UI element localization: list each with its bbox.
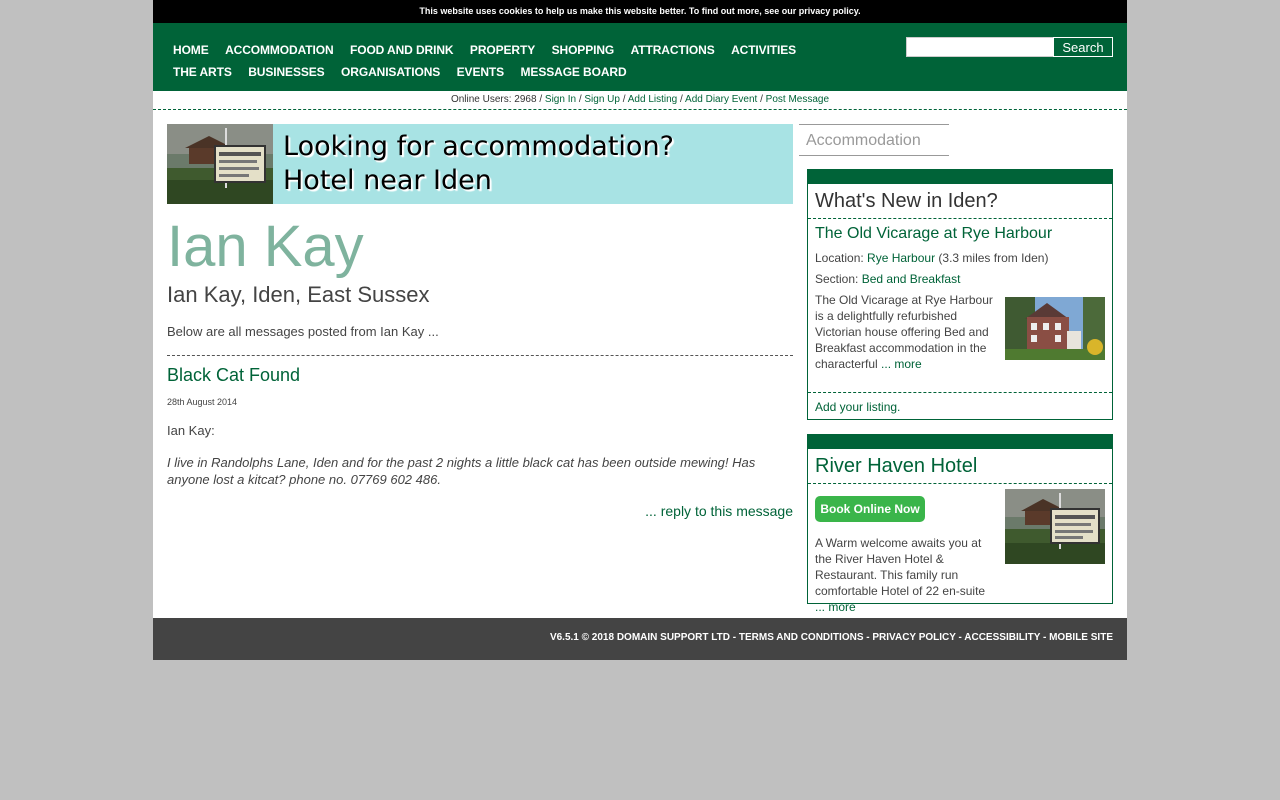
online-users-count: Online Users: 2968 [450,94,537,105]
nav-the-arts[interactable]: THE ARTS [173,65,232,79]
footer-terms-link[interactable]: TERMS AND CONDITIONS [739,632,864,643]
listing-title-link[interactable]: The Old Vicarage at Rye Harbour [815,225,1052,243]
featured-hotel-box: River Haven Hotel Book Online Now A Warm… [807,434,1113,614]
accommodation-banner[interactable]: Looking for accommodation? Hotel near Id… [167,124,793,204]
add-diary-event-link[interactable]: Add Diary Event [685,94,757,105]
listing-more-link[interactable]: ... more [878,357,922,371]
banner-text: Looking for accommodation? Hotel near Id… [283,130,674,198]
footer-mobile-site-link[interactable]: MOBILE SITE [1049,632,1113,643]
page-container: This website uses cookies to help us mak… [153,0,1127,660]
message-body: I live in Randolphs Lane, Iden and for t… [167,455,756,487]
separator: / [757,94,766,105]
site-header: HOME ACCOMMODATION FOOD AND DRINK PROPER… [153,23,1127,91]
book-online-button[interactable]: Book Online Now [815,496,925,522]
location-link[interactable]: Rye Harbour [867,251,935,265]
add-your-listing-link[interactable]: Add your listing. [815,400,900,414]
separator: / [677,94,686,105]
old-vicarage-image[interactable] [1005,297,1105,360]
separator: - [955,632,965,643]
featured-description-text: A Warm welcome awaits you at the River H… [815,536,986,598]
search-button[interactable]: Search [1053,37,1113,57]
site-footer: V6.5.1 © 2018 DOMAIN SUPPORT LTD - TERMS… [153,618,1127,660]
location-label: Location: [815,251,868,265]
listing-section: Section: Bed and Breakfast [815,272,960,286]
main-nav-row-1: HOME ACCOMMODATION FOOD AND DRINK PROPER… [173,41,808,59]
featured-more-link[interactable]: ... more [815,600,856,614]
nav-food-and-drink[interactable]: FOOD AND DRINK [350,43,454,57]
cookie-notice[interactable]: This website uses cookies to help us mak… [153,0,1127,23]
box-header-bar [808,435,1112,449]
banner-line-2: Hotel near Iden [283,165,492,196]
nav-home[interactable]: HOME [173,43,209,57]
user-bar: Online Users: 2968 / Sign In / Sign Up /… [153,91,1127,110]
divider [808,483,1112,484]
river-haven-image[interactable] [1005,489,1105,564]
sign-in-link[interactable]: Sign In [545,94,576,105]
whats-new-box: What's New in Iden? The Old Vicarage at … [807,169,1113,420]
nav-property[interactable]: PROPERTY [470,43,535,57]
nav-organisations[interactable]: ORGANISATIONS [341,65,440,79]
separator: - [729,632,739,643]
whats-new-heading: What's New in Iden? [815,190,998,212]
banner-line-1: Looking for accommodation? [283,131,674,162]
page-subtitle: Ian Kay, Iden, East Sussex [167,282,430,307]
footer-copyright: V6.5.1 © 2018 DOMAIN SUPPORT LTD [549,632,730,643]
message-date: 28th August 2014 [167,397,238,407]
nav-businesses[interactable]: BUSINESSES [248,65,324,79]
hotel-sign-image [167,124,273,204]
featured-hotel-title-link[interactable]: River Haven Hotel [815,455,977,478]
section-label: Section: [815,272,862,286]
search-input[interactable] [906,37,1054,57]
intro-text: Below are all messages posted from Ian K… [167,324,439,339]
section-link[interactable]: Bed and Breakfast [862,272,961,286]
nav-accommodation[interactable]: ACCOMMODATION [225,43,334,57]
main-nav-row-2: THE ARTS BUSINESSES ORGANISATIONS EVENTS… [173,63,639,81]
location-distance: (3.3 miles from Iden) [935,251,1049,265]
featured-hotel-description: A Warm welcome awaits you at the River H… [815,535,993,615]
box-header-bar [808,170,1112,184]
separator: - [1040,632,1050,643]
nav-activities[interactable]: ACTIVITIES [731,43,796,57]
nav-attractions[interactable]: ATTRACTIONS [631,43,715,57]
divider [808,218,1112,219]
post-message-link[interactable]: Post Message [766,94,829,105]
page-title: Ian Kay [167,214,364,279]
nav-events[interactable]: EVENTS [457,65,505,79]
nav-shopping[interactable]: SHOPPING [552,43,615,57]
divider [808,392,1112,393]
reply-link[interactable]: ... reply to this message [645,503,793,519]
divider [167,355,793,356]
separator: / [536,94,545,105]
nav-message-board[interactable]: MESSAGE BOARD [521,65,627,79]
footer-links: V6.5.1 © 2018 DOMAIN SUPPORT LTD - TERMS… [550,632,1113,643]
message-title-link[interactable]: Black Cat Found [167,365,300,386]
add-listing-link[interactable]: Add Listing [628,94,677,105]
message-author: Ian Kay: [167,423,215,438]
listing-location: Location: Rye Harbour (3.3 miles from Id… [815,251,1048,265]
listing-description: The Old Vicarage at Rye Harbour is a del… [815,292,993,372]
separator: / [619,94,628,105]
footer-accessibility-link[interactable]: ACCESSIBILITY [964,632,1040,643]
footer-privacy-link[interactable]: PRIVACY POLICY [872,632,955,643]
accommodation-tab-label: Accommodation [806,132,921,149]
accommodation-tab[interactable]: Accommodation [799,124,949,156]
sign-up-link[interactable]: Sign Up [584,94,620,105]
